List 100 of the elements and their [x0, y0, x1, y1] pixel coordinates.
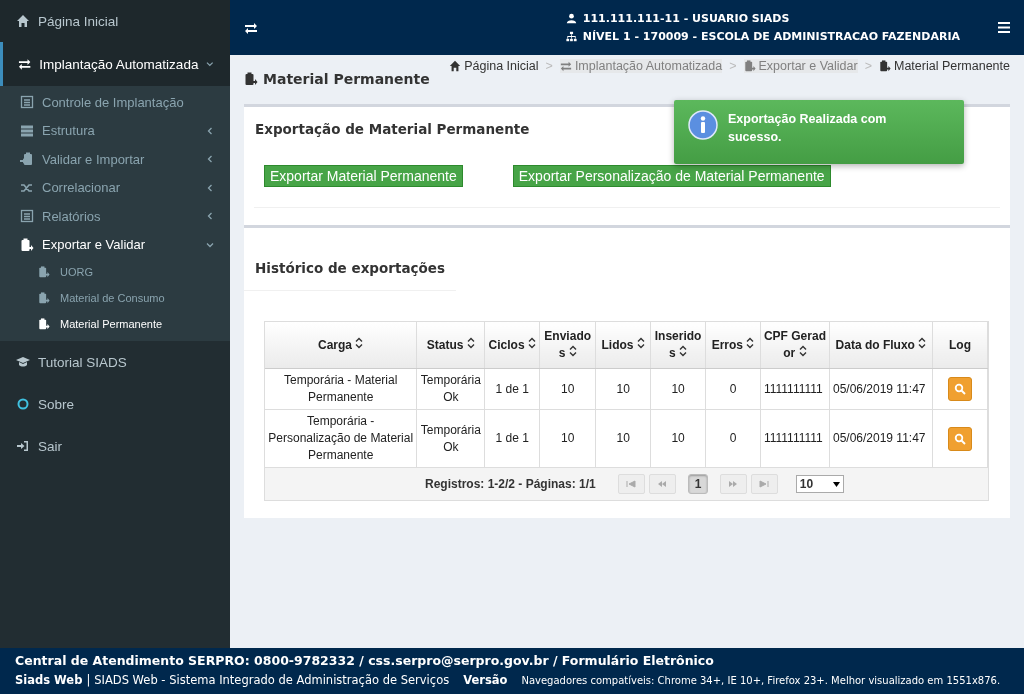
sort-icon: [746, 336, 755, 349]
column-header[interactable]: Data do Fluxo: [829, 322, 933, 369]
table-cell: Temporária Ok: [416, 368, 485, 410]
panel-title: Histórico de exportações: [244, 228, 456, 291]
table-cell: 10: [650, 409, 706, 468]
sidebar-item[interactable]: Material de Consumo: [0, 285, 230, 311]
column-header[interactable]: Enviados: [539, 322, 596, 369]
table-cell: 05/06/2019 11:47: [829, 409, 933, 468]
column-header[interactable]: Status: [416, 322, 485, 369]
sidebar-item[interactable]: Controle de Implantação: [0, 88, 230, 117]
sidebar-item[interactable]: Validar e Importar: [0, 145, 230, 174]
table-cell: Temporária - Personalização de Material Permanente: [265, 409, 417, 468]
sitemap-icon: [565, 31, 577, 42]
clipboard-icon: [38, 292, 50, 304]
table-cell: 10: [595, 368, 651, 410]
breadcrumb-link[interactable]: Página Inicial: [464, 59, 539, 73]
search-button[interactable]: [947, 426, 972, 451]
table-cell: 10: [539, 409, 596, 468]
table-cell: 05/06/2019 11:47: [829, 368, 933, 410]
brand-name: Siads Web: [15, 673, 83, 687]
browser-note: Navegadores compatíveis: Chrome 34+, IE 10+, Firefox 23+. Melhor visualizado em 1551x876.: [521, 675, 1001, 686]
column-header[interactable]: Ciclos: [484, 322, 540, 369]
column-header[interactable]: Inseridos: [650, 322, 706, 369]
sign-in-icon: [16, 439, 30, 453]
sidebar-item[interactable]: Sobre: [0, 383, 230, 425]
system-name: SIADS Web - Sistema Integrado de Administração de Serviços: [94, 673, 450, 687]
sidebar-item[interactable]: Estrutura: [0, 116, 230, 145]
sort-icon: [466, 336, 475, 349]
last-page-icon: [759, 480, 770, 488]
table-cell: Temporária Ok: [416, 409, 485, 468]
list-icon: [20, 209, 34, 224]
sidebar-item[interactable]: Exportar e Validar: [0, 230, 230, 259]
search-button[interactable]: [947, 377, 972, 401]
column-header[interactable]: Carga: [265, 322, 417, 369]
table-cell: 10: [539, 368, 596, 410]
breadcrumb-separator: >: [864, 59, 872, 73]
user-icon: [565, 13, 577, 24]
sidebar-item[interactable]: Correlacionar: [0, 173, 230, 202]
clipboard-icon: [20, 152, 34, 167]
table-cell: 1 de 1: [484, 409, 540, 468]
page-size-select[interactable]: 10: [795, 475, 844, 493]
sort-icon: [568, 345, 577, 357]
home-icon: [449, 60, 462, 72]
table-cell: 10: [650, 368, 706, 410]
clipboard-icon: [38, 266, 50, 278]
menu-icon[interactable]: [998, 22, 1010, 33]
user-name: 111.111.111-11 - USUARIO SIADS: [582, 12, 790, 25]
swap-icon: [18, 57, 32, 71]
user-level: NÍVEL 1 - 170009 - ESCOLA DE ADMINISTRACAO FAZENDARIA: [582, 30, 960, 43]
circle-icon: [16, 397, 30, 411]
version-label: Versão: [463, 673, 508, 687]
breadcrumb-link[interactable]: Material Permanente: [893, 59, 1010, 73]
clipboard-icon: [743, 60, 756, 72]
sidebar-item[interactable]: Tutorial SIADS: [0, 341, 230, 383]
search-icon: [953, 432, 966, 445]
breadcrumb-separator: >: [729, 59, 737, 73]
caret-icon: [832, 481, 840, 487]
breadcrumb-separator: >: [545, 59, 553, 73]
column-header[interactable]: CPF Gerador: [760, 322, 830, 369]
sidebar-item[interactable]: Relatórios: [0, 202, 230, 231]
column-header[interactable]: Erros: [705, 322, 761, 369]
table-cell: 10: [595, 409, 651, 468]
table-cell: 1 de 1: [484, 368, 540, 410]
sidebar-item[interactable]: Sair: [0, 425, 230, 467]
page-button[interactable]: 1: [687, 474, 708, 494]
clipboard-icon: [20, 237, 34, 252]
home-icon: [16, 14, 30, 28]
pager-summary: Registros: 1-2/2 - Páginas: 1/1: [425, 477, 596, 491]
table-cell: 0: [705, 409, 761, 468]
graduation-cap-icon: [16, 355, 30, 369]
server-icon: [20, 123, 34, 138]
column-header[interactable]: Log: [932, 322, 988, 369]
sort-icon: [527, 336, 536, 349]
column-header[interactable]: Lidos: [595, 322, 651, 369]
next-page-icon: [728, 480, 739, 488]
sidebar-item[interactable]: Material Permanente: [0, 311, 230, 337]
search-icon: [953, 383, 966, 395]
clipboard-icon: [244, 72, 258, 86]
sort-icon: [355, 336, 364, 349]
panel-title: Exportação de Material Permanente: [254, 120, 531, 137]
sidebar-item[interactable]: Implantação Automatizada: [0, 42, 230, 86]
swap-icon: [244, 20, 258, 35]
clipboard-icon: [38, 318, 50, 330]
clipboard-icon: [878, 60, 891, 72]
info-icon: [688, 110, 718, 140]
sidebar-toggle[interactable]: [244, 20, 258, 35]
table-cell: 1111111111: [760, 409, 830, 468]
swap-icon: [559, 60, 572, 72]
table-cell: 0: [705, 368, 761, 410]
previous-page-icon: [657, 480, 668, 488]
first-page-icon: [626, 480, 637, 488]
list-icon: [20, 95, 34, 110]
page-title: Material Permanente: [263, 71, 430, 87]
toast-message: Exportação Realizada com sucesso.: [728, 111, 888, 146]
separator-text: |: [86, 673, 91, 687]
sort-icon: [679, 345, 688, 357]
sidebar-item[interactable]: UORG: [0, 259, 230, 285]
sort-icon: [918, 336, 927, 349]
sort-icon: [636, 336, 645, 349]
sidebar-item[interactable]: Página Inicial: [0, 0, 230, 42]
